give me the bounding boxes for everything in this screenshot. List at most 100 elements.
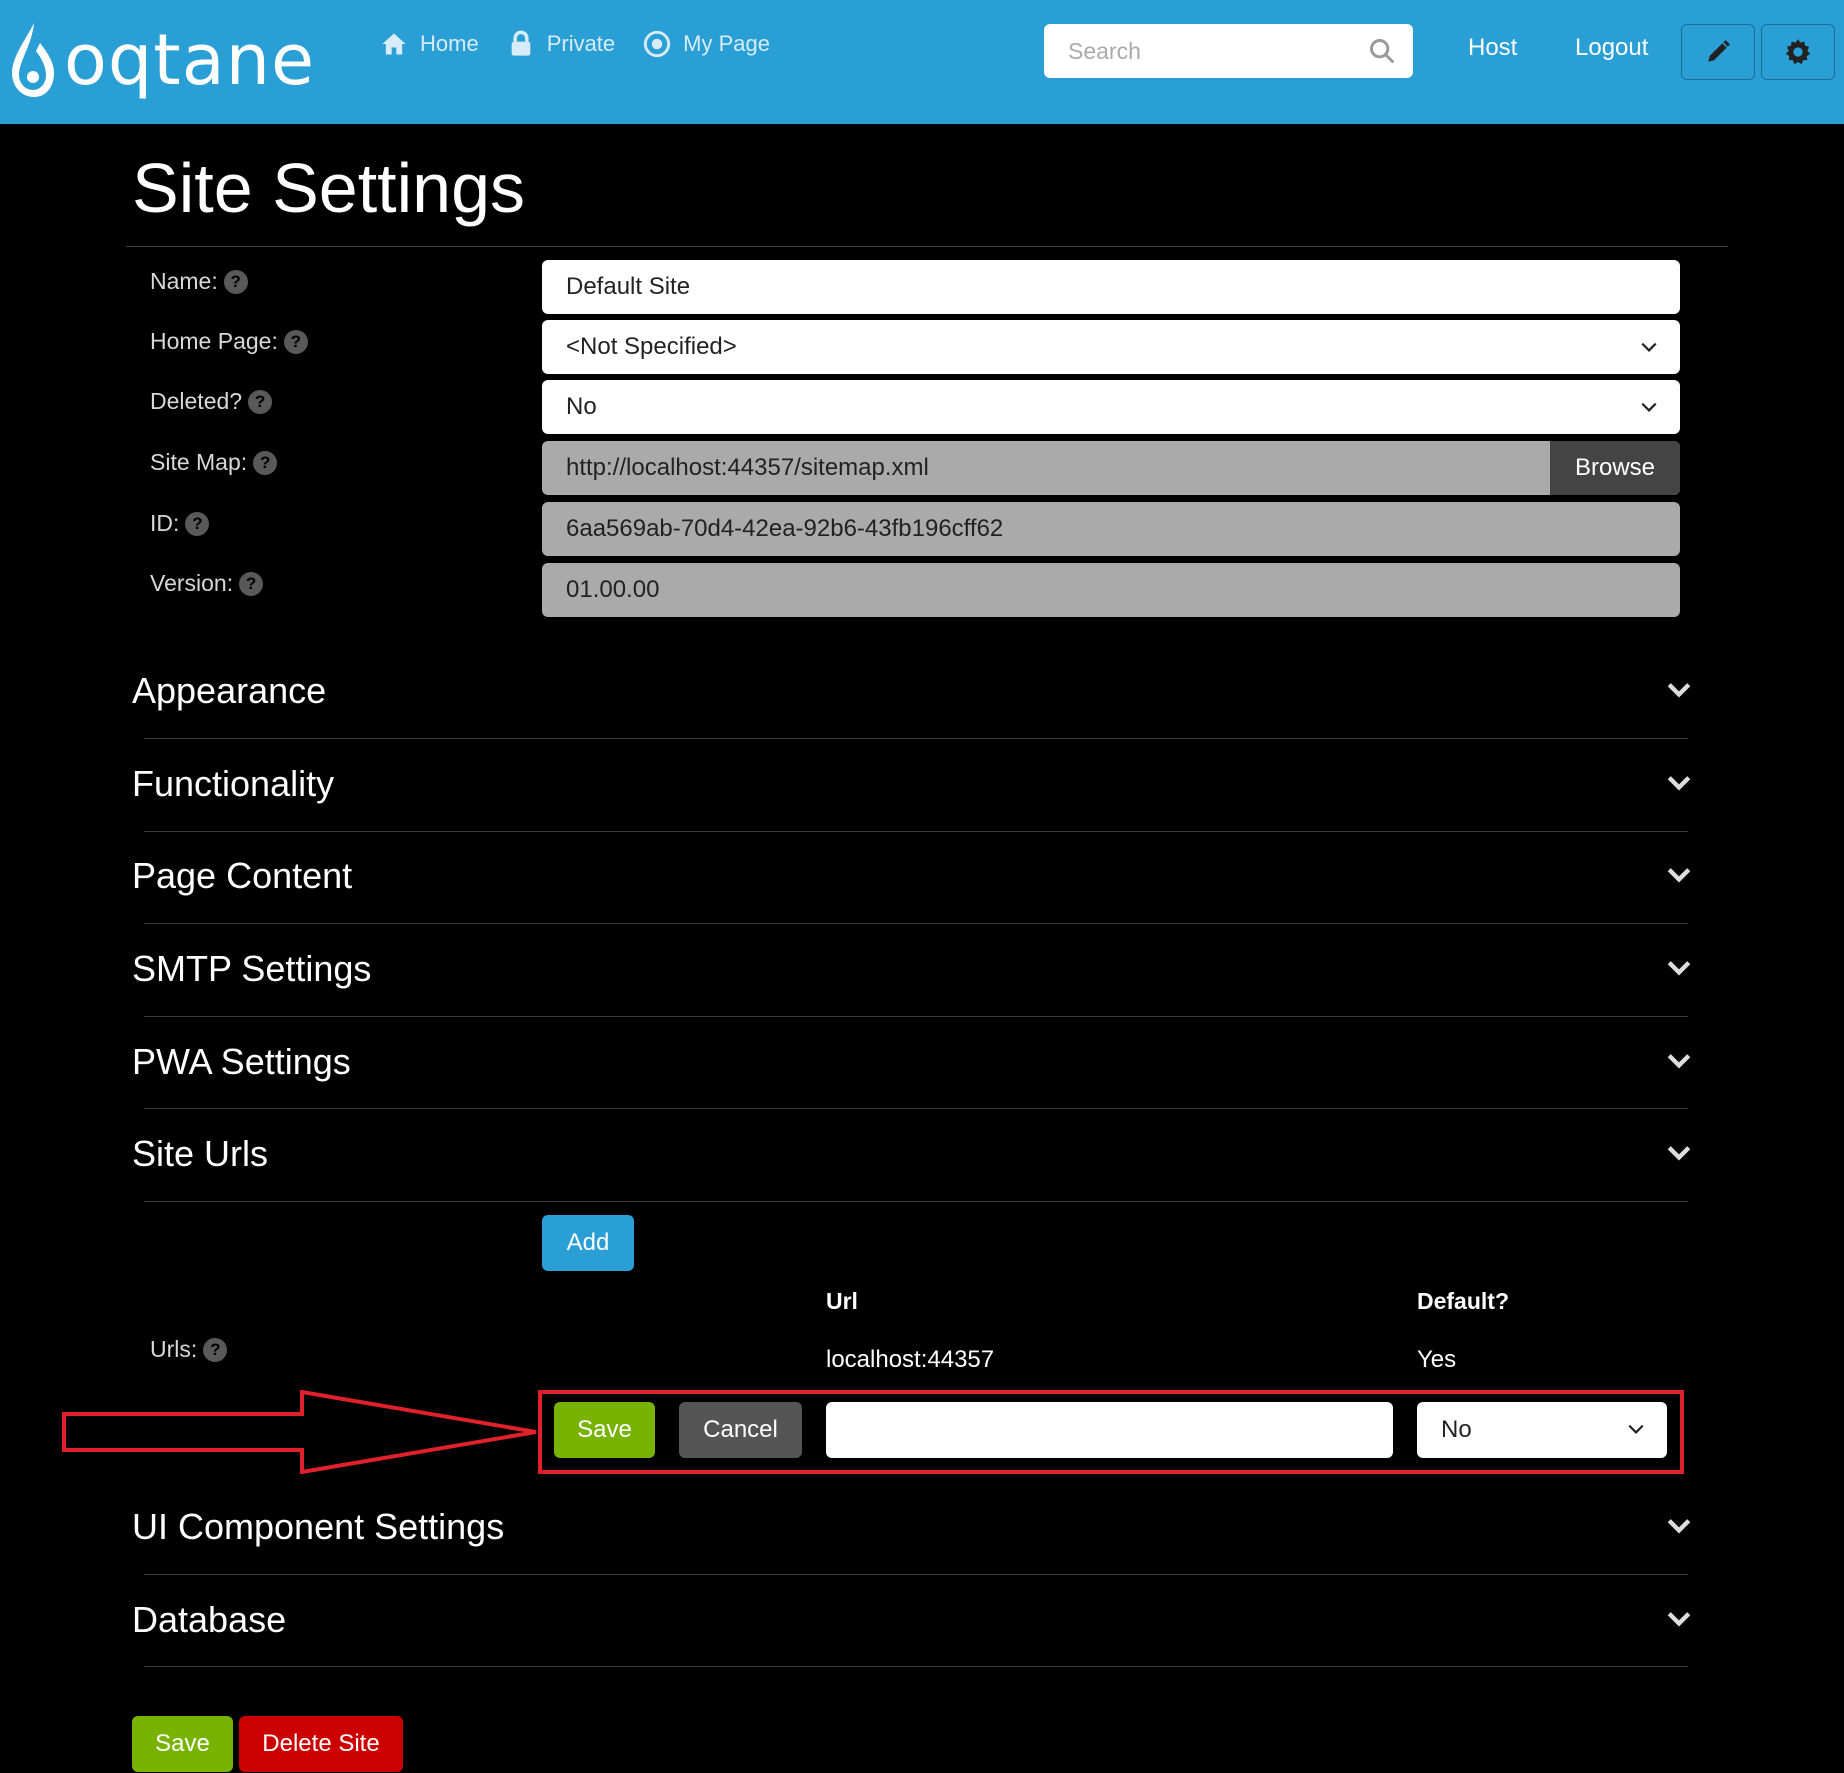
edit-mode-button[interactable] bbox=[1681, 24, 1755, 80]
section-divider bbox=[144, 1574, 1688, 1575]
browse-button[interactable]: Browse bbox=[1550, 441, 1680, 495]
home-page-label-text: Home Page: bbox=[150, 328, 278, 354]
url-cell: localhost:44357 bbox=[826, 1346, 995, 1373]
search-input[interactable] bbox=[1044, 24, 1354, 78]
name-field[interactable] bbox=[542, 260, 1680, 314]
nav-link-home[interactable]: Home bbox=[380, 30, 479, 58]
chevron-down-icon bbox=[1667, 1519, 1691, 1534]
section-ui-component-settings[interactable]: UI Component Settings bbox=[132, 1506, 1692, 1598]
site-map-label-text: Site Map: bbox=[150, 449, 248, 475]
section-label: Site Urls bbox=[132, 1133, 269, 1174]
deleted-label: Deleted? ? bbox=[150, 388, 273, 415]
chevron-down-icon bbox=[1667, 776, 1691, 791]
section-label: Page Content bbox=[132, 855, 353, 896]
section-divider bbox=[144, 738, 1688, 739]
version-field[interactable]: 01.00.00 bbox=[542, 563, 1680, 617]
logout-link[interactable]: Logout bbox=[1575, 34, 1648, 62]
search-icon bbox=[1370, 39, 1394, 63]
section-label: PWA Settings bbox=[132, 1041, 351, 1082]
add-url-button[interactable]: Add bbox=[542, 1215, 634, 1271]
chevron-down-icon bbox=[1667, 1146, 1691, 1161]
name-label: Name: ? bbox=[150, 268, 248, 295]
home-page-label: Home Page: ? bbox=[150, 328, 308, 355]
section-divider bbox=[144, 1108, 1688, 1109]
url-column-header: Url bbox=[826, 1288, 858, 1314]
urls-label: Urls: ? bbox=[150, 1336, 228, 1363]
section-divider bbox=[144, 831, 1688, 832]
section-divider bbox=[144, 1016, 1688, 1017]
default-cell: Yes bbox=[1417, 1346, 1457, 1373]
version-value: 01.00.00 bbox=[566, 576, 660, 603]
annotation-highlight-box bbox=[538, 1390, 1684, 1474]
site-map-value[interactable]: http://localhost:44357/sitemap.xml bbox=[566, 454, 929, 482]
default-column-header: Default? bbox=[1417, 1288, 1509, 1314]
section-functionality[interactable]: Functionality bbox=[132, 763, 1692, 855]
name-label-text: Name: bbox=[150, 268, 218, 294]
chevron-down-icon bbox=[1667, 961, 1691, 976]
home-icon bbox=[382, 33, 406, 55]
nav-link-my-page[interactable]: My Page bbox=[643, 30, 770, 58]
oqtane-logo[interactable]: oqtane bbox=[6, 20, 315, 100]
section-label: Appearance bbox=[132, 670, 327, 711]
section-pwa-settings[interactable]: PWA Settings bbox=[132, 1041, 1692, 1133]
chevron-down-icon bbox=[1667, 1054, 1691, 1069]
id-label: ID: ? bbox=[150, 510, 210, 537]
top-navbar: oqtane Home Private My Page Host Logout bbox=[0, 0, 1844, 124]
search-box bbox=[1044, 24, 1413, 78]
site-map-field: http://localhost:44357/sitemap.xml Brows… bbox=[542, 441, 1680, 495]
deleted-label-text: Deleted? bbox=[150, 388, 243, 414]
pencil-icon bbox=[1708, 40, 1730, 62]
help-icon[interactable]: ? bbox=[248, 389, 273, 414]
nav-link-label: My Page bbox=[683, 31, 770, 56]
delete-site-button[interactable]: Delete Site bbox=[239, 1716, 403, 1772]
urls-label-text: Urls: bbox=[150, 1336, 198, 1362]
chevron-down-icon bbox=[1667, 868, 1691, 883]
id-field[interactable]: 6aa569ab-70d4-42ea-92b6-43fb196cff62 bbox=[542, 502, 1680, 556]
section-smtp-settings[interactable]: SMTP Settings bbox=[132, 948, 1692, 1040]
section-page-content[interactable]: Page Content bbox=[132, 855, 1692, 947]
annotation-arrow-icon bbox=[62, 1390, 537, 1474]
lock-icon bbox=[511, 30, 531, 56]
version-label: Version: ? bbox=[150, 570, 264, 597]
chevron-down-icon bbox=[1641, 342, 1657, 352]
section-site-urls[interactable]: Site Urls bbox=[132, 1133, 1692, 1225]
section-label: Functionality bbox=[132, 763, 335, 804]
deleted-value: No bbox=[566, 393, 597, 420]
droplet-logo-icon bbox=[12, 23, 54, 97]
title-divider bbox=[126, 246, 1728, 247]
search-button[interactable] bbox=[1365, 34, 1399, 68]
host-link[interactable]: Host bbox=[1468, 34, 1517, 62]
id-label-text: ID: bbox=[150, 510, 180, 536]
logo-text: oqtane bbox=[64, 19, 316, 101]
version-label-text: Version: bbox=[150, 570, 234, 596]
help-icon[interactable]: ? bbox=[239, 571, 264, 596]
section-divider bbox=[144, 923, 1688, 924]
section-label: SMTP Settings bbox=[132, 948, 372, 989]
name-input[interactable] bbox=[566, 260, 1680, 314]
home-page-select[interactable]: <Not Specified> bbox=[542, 320, 1680, 374]
home-page-value: <Not Specified> bbox=[566, 333, 737, 360]
deleted-select[interactable]: No bbox=[542, 380, 1680, 434]
gear-icon bbox=[1785, 39, 1811, 65]
id-value: 6aa569ab-70d4-42ea-92b6-43fb196cff62 bbox=[566, 515, 1004, 542]
section-label: UI Component Settings bbox=[132, 1506, 505, 1547]
chevron-down-icon bbox=[1667, 683, 1691, 698]
nav-link-private[interactable]: Private bbox=[507, 30, 615, 58]
help-icon[interactable]: ? bbox=[203, 1337, 228, 1362]
section-divider bbox=[144, 1201, 1688, 1202]
chevron-down-icon bbox=[1667, 1612, 1691, 1627]
save-site-button[interactable]: Save bbox=[132, 1716, 233, 1772]
nav-link-label: Private bbox=[546, 31, 616, 56]
control-panel-button[interactable] bbox=[1761, 24, 1835, 80]
section-divider bbox=[144, 1666, 1688, 1667]
help-icon[interactable]: ? bbox=[185, 511, 210, 536]
target-icon bbox=[644, 30, 671, 58]
section-appearance[interactable]: Appearance bbox=[132, 670, 1692, 762]
help-icon[interactable]: ? bbox=[223, 269, 248, 294]
help-icon[interactable]: ? bbox=[253, 450, 278, 475]
nav-link-label: Home bbox=[420, 31, 479, 56]
main-nav: Home Private My Page bbox=[380, 30, 770, 58]
section-label: Database bbox=[132, 1599, 287, 1640]
help-icon[interactable]: ? bbox=[283, 329, 308, 354]
section-database[interactable]: Database bbox=[132, 1599, 1692, 1691]
